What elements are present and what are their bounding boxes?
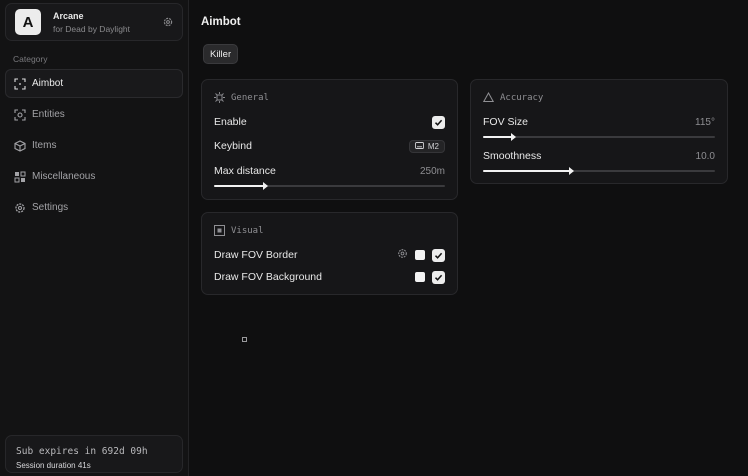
subscription-expiry: Sub expires in 692d 09h (16, 446, 148, 457)
keybind-value: M2 (427, 141, 439, 151)
sidebar-item-label: Aimbot (32, 78, 64, 89)
keybind-label: Keybind (214, 140, 252, 152)
slider-thumb[interactable] (262, 182, 268, 190)
subscription-footer: Sub expires in 692d 09h Session duration… (5, 435, 183, 473)
triangle-icon (483, 92, 494, 103)
slider-thumb[interactable] (511, 133, 517, 141)
sidebar-item-items[interactable]: Items (5, 131, 183, 160)
enable-row: Enable (214, 115, 445, 129)
grid-icon (14, 171, 26, 183)
general-card: General Enable Keybind M2 Max distance 2… (201, 79, 458, 200)
smoothness-slider[interactable] (483, 167, 715, 175)
fov-background-color-swatch[interactable] (415, 272, 425, 282)
sidebar-item-settings[interactable]: Settings (5, 193, 183, 222)
accuracy-card-title: Accuracy (500, 92, 544, 103)
sun-icon (214, 92, 225, 103)
fov-center-marker (242, 337, 247, 342)
visual-card: Visual Draw FOV Border Draw FOV Backgrou… (201, 212, 458, 295)
sidebar-item-label: Miscellaneous (32, 171, 96, 182)
sidebar-item-entities[interactable]: Entities (5, 100, 183, 129)
max-distance-value: 250m (419, 165, 445, 177)
keyboard-icon (414, 141, 424, 151)
slider-fill (483, 136, 514, 138)
killer-tab[interactable]: Killer (203, 44, 239, 64)
slider-fill (214, 185, 265, 187)
slider-thumb[interactable] (569, 167, 575, 175)
fov-background-checkbox[interactable] (432, 270, 445, 284)
general-card-title: General (231, 92, 269, 103)
crosshair-icon (14, 77, 26, 90)
slider-fill (483, 170, 572, 172)
accuracy-card-header: Accuracy (483, 92, 543, 103)
sidebar: A Arcane for Dead by Daylight Category A… (0, 0, 189, 476)
keybind-button[interactable]: M2 (408, 139, 445, 153)
brand-card[interactable]: A Arcane for Dead by Daylight (5, 3, 183, 41)
sidebar-item-miscellaneous[interactable]: Miscellaneous (5, 162, 183, 191)
smoothness-label: Smoothness (483, 150, 542, 162)
general-card-header: General (214, 92, 269, 103)
fov-size-row: FOV Size 115° (483, 115, 715, 129)
enable-checkbox[interactable] (432, 115, 445, 129)
fov-border-row: Draw FOV Border (214, 248, 445, 262)
sidebar-item-label: Items (32, 140, 57, 151)
brand-logo: A (15, 9, 41, 35)
gear-icon[interactable] (397, 248, 408, 262)
max-distance-row: Max distance 250m (214, 164, 445, 178)
visual-card-header: Visual (214, 225, 264, 236)
category-label: Category (13, 54, 48, 64)
fov-size-value: 115° (695, 116, 715, 128)
sidebar-item-label: Settings (32, 202, 69, 213)
enable-label: Enable (214, 116, 247, 128)
sidebar-item-aimbot[interactable]: Aimbot (5, 69, 183, 98)
accuracy-card: Accuracy FOV Size 115° Smoothness 10.0 (470, 79, 728, 184)
fov-border-label: Draw FOV Border (214, 249, 298, 261)
gear-icon (14, 202, 26, 214)
fov-size-slider[interactable] (483, 133, 715, 141)
sidebar-item-label: Entities (32, 109, 65, 120)
keybind-row: Keybind M2 (214, 139, 445, 153)
max-distance-label: Max distance (214, 165, 276, 177)
slider-track (483, 136, 715, 138)
frame-icon (214, 225, 225, 236)
fov-background-label: Draw FOV Background (214, 271, 322, 283)
cube-icon (14, 139, 26, 152)
fov-background-row: Draw FOV Background (214, 270, 445, 284)
fov-border-checkbox[interactable] (432, 248, 445, 262)
page-title: Aimbot (201, 16, 241, 28)
visual-card-title: Visual (231, 225, 264, 236)
fov-size-label: FOV Size (483, 116, 528, 128)
sidebar-nav: Aimbot Entities Items Miscellaneous Sett… (5, 69, 183, 224)
max-distance-slider[interactable] (214, 182, 445, 190)
brand-subtitle: for Dead by Daylight (53, 24, 131, 34)
smoothness-value: 10.0 (695, 150, 715, 162)
fov-border-color-swatch[interactable] (415, 250, 425, 260)
gear-icon[interactable] (162, 15, 174, 27)
target-icon (14, 108, 26, 121)
smoothness-row: Smoothness 10.0 (483, 149, 715, 163)
brand-name: Arcane (53, 11, 84, 21)
session-duration: Session duration 41s (16, 461, 91, 470)
